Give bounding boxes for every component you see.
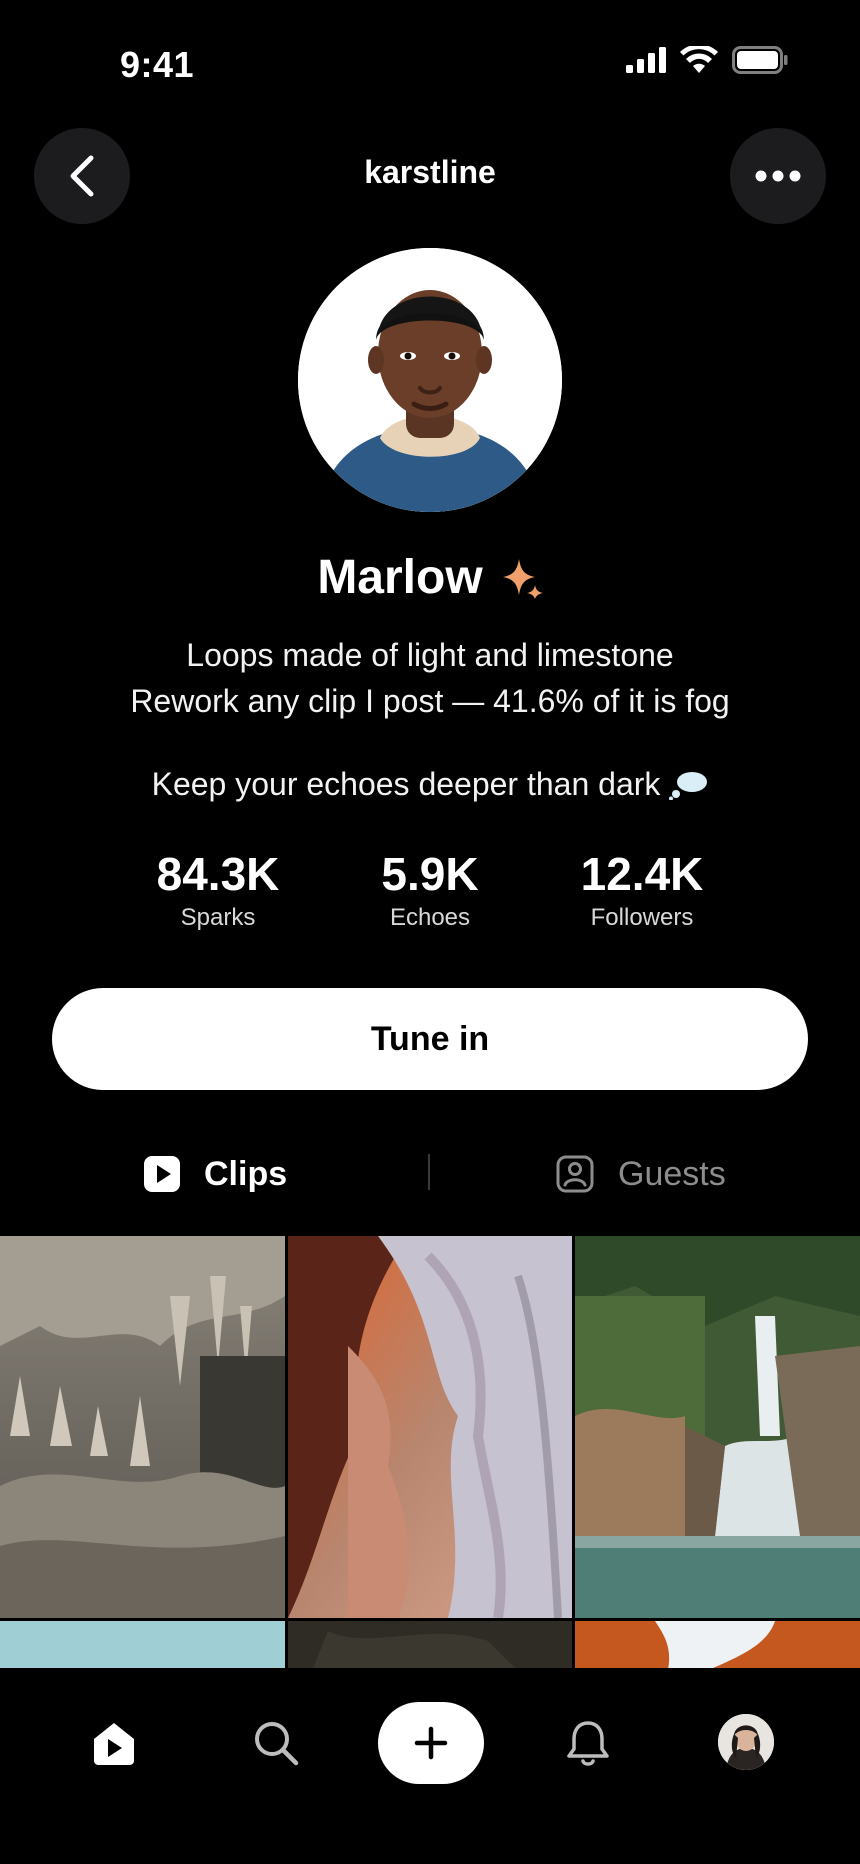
- stat-value: 84.3K: [156, 848, 280, 900]
- tab-guests[interactable]: Guests: [556, 1140, 726, 1208]
- tune-in-button[interactable]: Tune in: [52, 988, 808, 1090]
- profile-tagline: Keep your echoes deeper than dark: [0, 766, 860, 803]
- red-rock-image: [575, 1621, 860, 1668]
- clip-thumbnail-cave[interactable]: [0, 1236, 285, 1618]
- avatar-portrait: [298, 248, 562, 512]
- ellipsis-icon: [755, 170, 801, 182]
- tagline-text: Keep your echoes deeper than dark: [151, 766, 661, 802]
- play-square-icon: [144, 1156, 180, 1192]
- thought-bubble-icon: [669, 771, 708, 800]
- profile-header: karstline: [0, 128, 860, 224]
- clip-thumbnail-waterfall[interactable]: [575, 1236, 860, 1618]
- cave-image: [0, 1236, 285, 1618]
- stat-followers[interactable]: 12.4K Followers: [532, 848, 752, 932]
- clip-thumbnail-sky[interactable]: [0, 1621, 285, 1668]
- person-square-icon: [556, 1155, 594, 1193]
- clip-thumbnail-dark[interactable]: [288, 1621, 572, 1668]
- profile-name: Marlow: [317, 551, 483, 604]
- battery-icon: [732, 46, 788, 74]
- nav-search[interactable]: [244, 1668, 308, 1818]
- search-icon: [255, 1722, 299, 1766]
- profile-avatar[interactable]: [298, 248, 562, 512]
- stat-label: Sparks: [180, 904, 256, 931]
- dark-rock-image: [288, 1621, 572, 1668]
- sparkle-icon: [502, 558, 543, 599]
- nav-home[interactable]: [82, 1668, 146, 1818]
- name-row: Marlow: [0, 550, 860, 605]
- home-icon: [94, 1723, 134, 1765]
- bio-line-2: Rework any clip I post — 41.6% of it is …: [130, 683, 730, 719]
- canyon-image: [288, 1236, 572, 1618]
- bell-icon: [567, 1721, 609, 1766]
- tab-guests-label: Guests: [618, 1154, 726, 1193]
- stat-label: Followers: [590, 904, 694, 931]
- waterfall-image: [575, 1236, 860, 1618]
- stat-sparks[interactable]: 84.3K Sparks: [108, 848, 328, 932]
- bio-line-1: Loops made of light and limestone: [186, 637, 674, 673]
- tab-divider: [428, 1154, 430, 1190]
- wifi-icon: [680, 46, 718, 73]
- clip-thumbnail-redrock[interactable]: [575, 1621, 860, 1668]
- nav-notifications[interactable]: [556, 1668, 620, 1818]
- profile-stats: 84.3K Sparks 5.9K Echoes 12.4K Followers: [0, 848, 860, 938]
- status-icons: [626, 46, 788, 74]
- tab-clips[interactable]: Clips: [144, 1140, 287, 1208]
- plus-icon: [414, 1726, 448, 1760]
- stat-value: 5.9K: [381, 848, 479, 900]
- stat-label: Echoes: [389, 904, 471, 931]
- status-time: 9:41: [120, 44, 195, 85]
- bottom-navigation: [0, 1668, 860, 1864]
- status-bar: 9:41: [0, 0, 860, 130]
- user-avatar-image: [718, 1714, 774, 1770]
- profile-bio: Loops made of light and limestone Rework…: [0, 632, 860, 724]
- tab-clips-label: Clips: [204, 1154, 288, 1193]
- more-options-button[interactable]: [730, 128, 826, 224]
- create-button[interactable]: [378, 1702, 484, 1784]
- stat-value: 12.4K: [580, 848, 704, 900]
- content-tabs: Clips Guests: [0, 1140, 860, 1208]
- stat-echoes[interactable]: 5.9K Echoes: [320, 848, 540, 932]
- clips-grid: [0, 1236, 860, 1668]
- clip-thumbnail-canyon[interactable]: [288, 1236, 572, 1618]
- signal-icon: [626, 47, 666, 73]
- nav-profile-avatar[interactable]: [718, 1714, 774, 1770]
